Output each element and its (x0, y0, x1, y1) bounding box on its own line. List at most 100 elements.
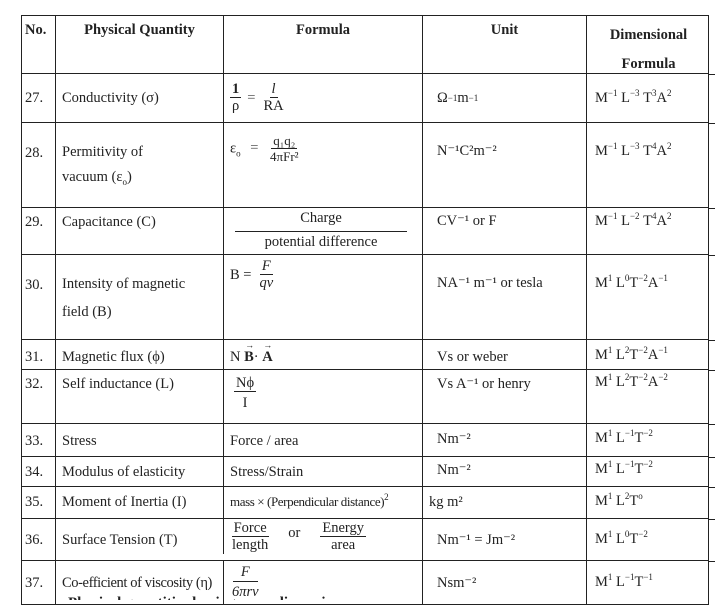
formula: Nϕ I (223, 370, 422, 423)
dim-T: −2 (638, 529, 648, 539)
row-number: 37. (21, 561, 55, 604)
dim-M: 1 (607, 529, 613, 539)
quantity-name: Self inductance (L) (55, 370, 223, 423)
dim-T: 4 (652, 141, 657, 151)
formula: Force / area (223, 424, 422, 456)
formula: Force length or Energy area (223, 519, 422, 554)
dim-T: −2 (643, 428, 653, 438)
dimensional-formula: M−1 L−3 T4A2 (586, 123, 709, 207)
dimensional-formula: M1 L0T−2A−1 (586, 255, 709, 339)
formula-numerator: F (232, 563, 258, 582)
formula-lhs: B = (230, 267, 252, 283)
formula-denominator: qv (259, 275, 274, 291)
dimensional-formula: M−1 L−3 T3A2 (586, 74, 709, 122)
table-row: 33. Stress Force / area Nm⁻² M1 L−1T−2 (21, 424, 715, 458)
row-number: 27. (21, 74, 55, 122)
quantity-name: Intensity of magnetic field (B) (55, 255, 223, 339)
dim-T: −1 (643, 572, 653, 582)
formula-denominator: RA (263, 98, 284, 114)
unit: Nm⁻² (422, 457, 586, 486)
dim-L: −2 (629, 211, 640, 221)
dim-L: −1 (624, 428, 635, 438)
dim-T: o (638, 491, 643, 501)
dim-M: 1 (607, 459, 613, 469)
unit: Nm⁻² (422, 424, 586, 456)
quantity-line2: vacuum (εo) (62, 167, 217, 187)
unit-base: Ω (437, 89, 448, 106)
header-dimensional-formula: Dimensional Formula (586, 16, 709, 73)
dim-T: 3 (652, 87, 657, 98)
table-row: 35. Moment of Inertia (I) mass × (Perpen… (21, 487, 715, 520)
row-number: 29. (21, 208, 55, 254)
unit: kg m² (422, 487, 586, 518)
dimensional-formula: M1 L0T−2 (586, 519, 709, 560)
unit: Vs A⁻¹ or henry (422, 370, 586, 423)
dot-operator: · (253, 349, 259, 365)
quantity-text: ) (126, 169, 132, 185)
unit: Nsm⁻² (422, 561, 586, 604)
header-dimensional-line1: Dimensional (609, 27, 688, 43)
unit: Nm⁻¹ = Jm⁻² (422, 519, 586, 560)
dim-M: 1 (607, 345, 613, 355)
dim-T: 4 (652, 211, 657, 221)
dim-M: 1 (607, 572, 613, 582)
dimensional-formula: M−1 L−2 T4A2 (586, 208, 709, 254)
formula-denominator: area (331, 537, 356, 553)
table-header-row: No. Physical Quantity Formula Unit Dimen… (21, 15, 715, 75)
formula-numerator: l (269, 81, 278, 98)
table-row: 34. Modulus of elasticity Stress/Strain … (21, 457, 715, 488)
table-row: 31. Magnetic flux (ϕ) N B· A Vs or weber… (21, 340, 715, 371)
formula-denominator: I (242, 395, 248, 411)
equals-sign: = (247, 89, 256, 106)
formula-numerator: Nϕ (234, 375, 257, 392)
dim-M: 1 (607, 491, 613, 501)
dimensional-formula: M1 L2T−2A−1 (586, 340, 709, 369)
dim-M: 1 (607, 428, 613, 438)
dim-M: −1 (607, 141, 618, 151)
vector-B: B (244, 340, 254, 366)
formula-denominator: ρ (232, 98, 240, 114)
formula-numerator: 1 (230, 81, 242, 98)
formula-denominator: length (232, 537, 269, 553)
quantity-name: Moment of Inertia (I) (55, 487, 223, 518)
quantity-name: Capacitance (C) (55, 208, 223, 254)
dimensional-formula: M1 L−1T−1 (586, 561, 709, 604)
footer-partial-text: Physical quantities having same dimensio… (68, 592, 347, 600)
header-formula: Formula (223, 16, 422, 73)
formula: Charge potential difference (223, 208, 422, 254)
unit-base: m (457, 89, 469, 106)
dimensional-formula: M1 L2To (586, 487, 709, 518)
or-label: or (288, 524, 301, 541)
unit: N⁻¹C²m⁻² (422, 123, 586, 207)
quantity-line2: field (B) (62, 304, 112, 320)
row-number: 28. (21, 123, 55, 207)
dim-T: −2 (643, 459, 653, 469)
dim-A: 2 (667, 211, 672, 221)
quantity-name: Conductivity (σ) (55, 74, 223, 122)
quantity-name: Surface Tension (T) (55, 519, 223, 560)
formula: Stress/Strain (223, 457, 422, 486)
vector-A: A (262, 340, 272, 366)
formula-numerator: Force (231, 520, 269, 537)
formula-subscript: o (236, 148, 241, 159)
dim-A: 2 (667, 141, 672, 151)
formula-numerator: F (259, 258, 273, 275)
unit: CV⁻¹ or F (422, 208, 586, 254)
header-no: No. (21, 16, 55, 73)
dim-A: −1 (658, 273, 668, 283)
dim-L: 2 (624, 345, 630, 355)
dim-M: 1 (607, 273, 613, 283)
table-row: 32. Self inductance (L) Nϕ I Vs A⁻¹ or he… (21, 370, 715, 425)
dim-A: 2 (667, 87, 672, 98)
dim-L: 0 (624, 273, 630, 283)
row-number: 36. (21, 519, 55, 560)
formula-exponent: 2 (384, 492, 389, 502)
quantity-line1: Intensity of magnetic (62, 276, 186, 292)
formula-text: mass × (Perpendicular distance) (230, 494, 385, 509)
formula-prefix: N (230, 349, 241, 365)
dim-T: −2 (638, 345, 648, 355)
quantity-name: Permitivity of vacuum (εo) (55, 123, 223, 207)
formula: N B· A (223, 340, 422, 369)
row-number: 32. (21, 370, 55, 423)
row-number: 35. (21, 487, 55, 518)
